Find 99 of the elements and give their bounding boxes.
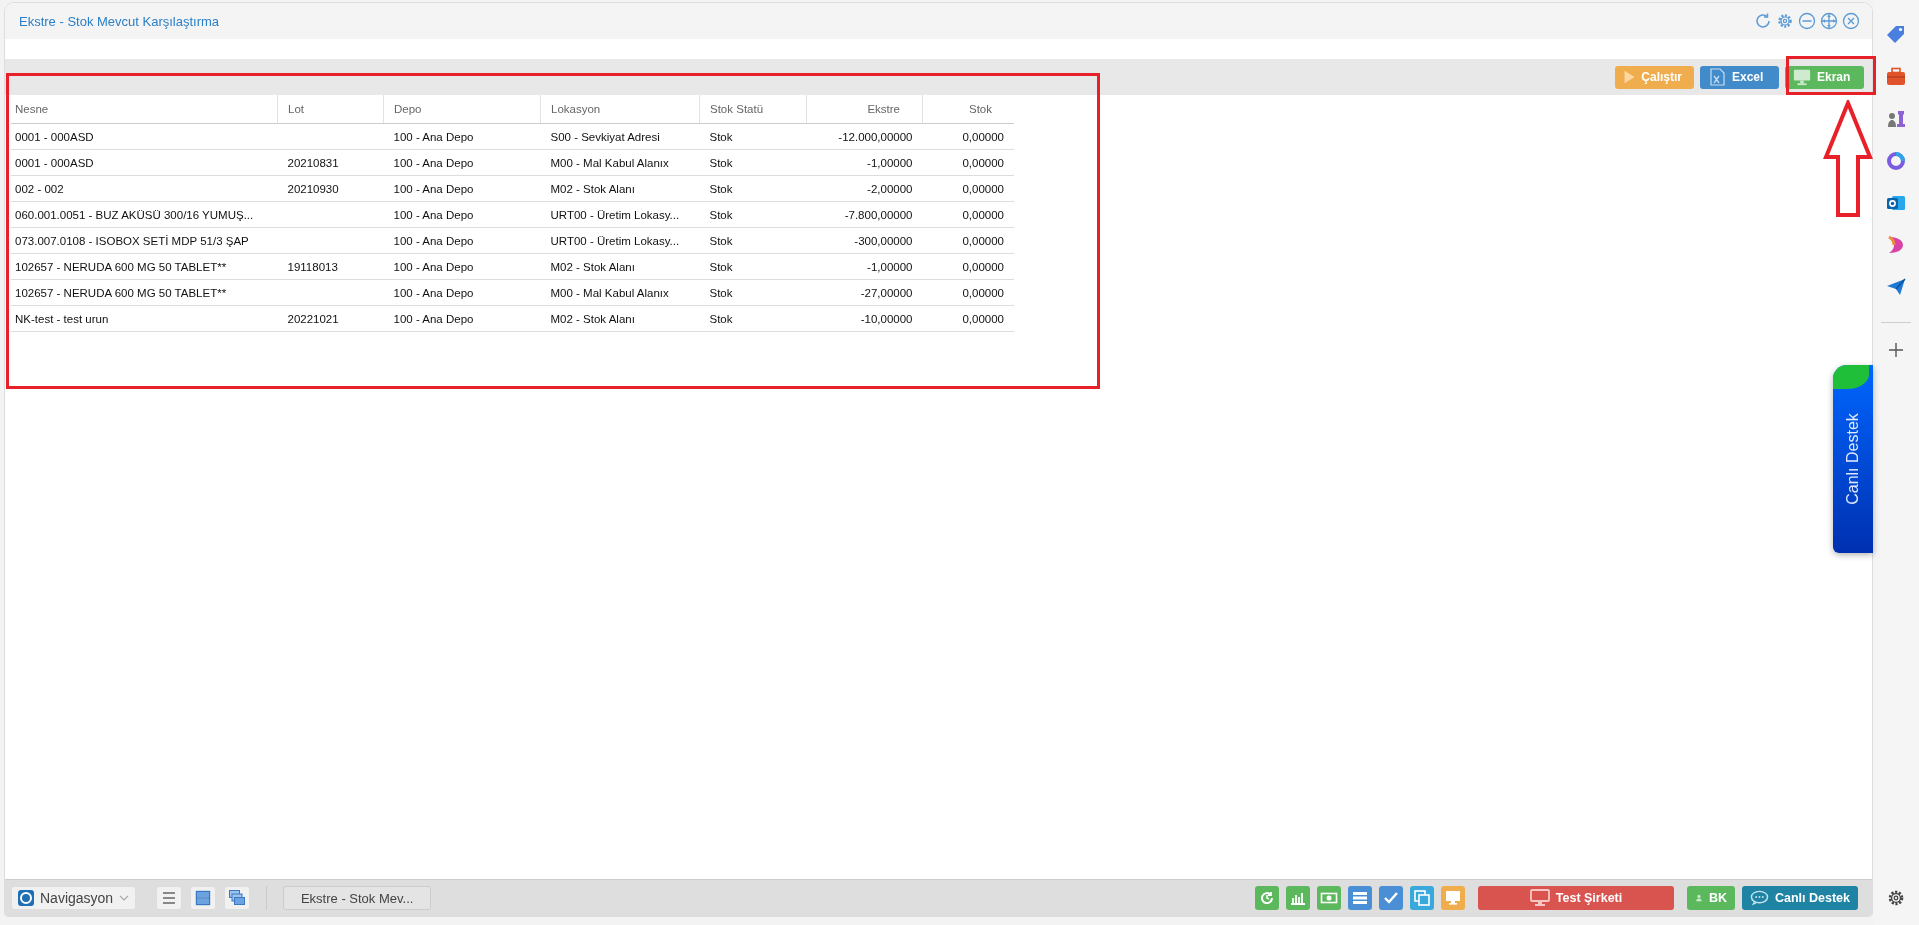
table-cell: 073.007.0108 - ISOBOX SETİ MDP 51/3 ŞAP [11,227,278,254]
table-cell: M02 - Stok Alanı [540,305,700,332]
monitor-icon [1793,68,1811,86]
table-cell: 100 - Ana Depo [383,279,541,306]
table-cell: 060.001.0051 - BUZ AKÜSÜ 300/16 YUMUŞ... [11,201,278,228]
table-cell: -2,00000 [806,175,923,202]
toolbar-button[interactable]: Excel [1700,65,1779,89]
table-cell: 0,00000 [922,201,1014,228]
taskbar-tool-button[interactable] [1348,886,1372,910]
table-cell: NK-test - test urun [11,305,278,332]
column-header[interactable]: Depo [383,95,541,124]
table-cell: 0,00000 [922,175,1014,202]
table-cell: Stok [699,305,807,332]
table-cell: M00 - Mal Kabul Alanıx [540,149,700,176]
table-cell: 100 - Ana Depo [383,227,541,254]
taskbar-tool-button[interactable] [1286,886,1310,910]
table-cell: 0,00000 [922,253,1014,280]
table-cell: 102657 - NERUDA 600 MG 50 TABLET** [11,279,278,306]
table-cell: URT00 - Üretim Lokasy... [540,227,700,254]
play-icon [1623,68,1636,86]
settings-icon[interactable] [1887,889,1905,907]
table-cell: URT00 - Üretim Lokasy... [540,201,700,228]
view-mode-button[interactable] [190,886,217,910]
table-cell: 102657 - NERUDA 600 MG 50 TABLET** [11,253,278,280]
table-cell: 0001 - 000ASD [11,149,278,176]
table-cell: M00 - Mal Kabul Alanıx [540,279,700,306]
table-cell: -12.000,00000 [806,123,923,150]
table-cell: 100 - Ana Depo [383,305,541,332]
table-cell: 0,00000 [922,149,1014,176]
table-cell: 0001 - 000ASD [11,123,278,150]
support-button[interactable]: Canlı Destek [1742,886,1858,910]
move-icon[interactable] [1820,12,1838,30]
table-cell: 19118013 [277,253,384,280]
table-cell: Stok [699,227,807,254]
table-cell: -10,00000 [806,305,923,332]
server-list-icon [1351,889,1369,907]
taskbar-tool-button[interactable] [1410,886,1434,910]
table-cell: Stok [699,123,807,150]
column-header[interactable]: Ekstre [806,95,923,124]
excel-file-icon [1708,68,1726,86]
taskbar-tool-button[interactable] [1441,886,1465,910]
table-cell: Stok [699,175,807,202]
chess-pieces-icon [1885,108,1907,130]
table-cell: Stok [699,253,807,280]
table-cell: M02 - Stok Alanı [540,175,700,202]
chat-bubble-icon [1750,889,1769,907]
table-cell: 20210831 [277,149,384,176]
toolbox-icon [1885,66,1907,88]
table-cell: -7.800,00000 [806,201,923,228]
app-logo-icon [18,890,34,906]
table-cell: 100 - Ana Depo [383,175,541,202]
taskbar-tool-button[interactable] [1379,886,1403,910]
history-icon [1258,889,1276,907]
view-mode-button[interactable] [224,886,251,910]
window-title: Ekstre - Stok Mevcut Karşılaştırma [19,13,220,29]
company-button[interactable]: Test Şirketi [1478,886,1674,910]
table-cell: Stok [699,201,807,228]
column-header[interactable]: Lokasyon [540,95,700,124]
table-cell: 0,00000 [922,123,1014,150]
table-cell: 002 - 002 [11,175,278,202]
tag-icon [1885,24,1907,46]
minimize-icon[interactable] [1798,12,1816,30]
column-header[interactable]: Lot [277,95,384,124]
table-cell: 0,00000 [922,227,1014,254]
table-cell: -1,00000 [806,149,923,176]
table-cell: 20221021 [277,305,384,332]
table-cell: 100 - Ana Depo [383,201,541,228]
table-cell: 0,00000 [922,305,1014,332]
table-cell: 20210930 [277,175,384,202]
column-header[interactable]: Stok [922,95,1014,124]
cascade-windows-icon [228,889,247,907]
navigation-dropdown[interactable]: Navigasyon [11,886,137,910]
refresh-icon[interactable] [1754,12,1772,30]
copy-icon [1413,889,1431,907]
column-header[interactable]: Nesne [11,95,278,124]
live-support-tab[interactable]: Canlı Destek [1833,365,1873,553]
close-icon[interactable] [1842,12,1860,30]
ring-logo-icon [1885,150,1907,172]
table-cell: 100 - Ana Depo [383,149,541,176]
monitor-icon [1529,889,1550,907]
window-tab[interactable]: Ekstre - Stok Mev... [283,886,432,910]
table-cell: 0,00000 [922,279,1014,306]
table-cell: 100 - Ana Depo [383,253,541,280]
add-icon[interactable] [1889,343,1903,357]
column-header[interactable]: Stok Statü [699,95,807,124]
table-cell: -27,00000 [806,279,923,306]
taskbar-tool-button[interactable] [1317,886,1341,910]
table-cell: Stok [699,279,807,306]
split-view-icon [194,889,213,907]
table-cell: Stok [699,149,807,176]
table-cell: M02 - Stok Alanı [540,253,700,280]
chevron-down-icon [119,895,130,901]
table-cell: 100 - Ana Depo [383,123,541,150]
table-cell: S00 - Sevkiyat Adresi [540,123,700,150]
taskbar-tool-button[interactable] [1255,886,1279,910]
table-cell: -300,00000 [806,227,923,254]
view-mode-button[interactable] [156,886,183,910]
monitor-icon [1444,889,1462,907]
table-cell: -1,00000 [806,253,923,280]
